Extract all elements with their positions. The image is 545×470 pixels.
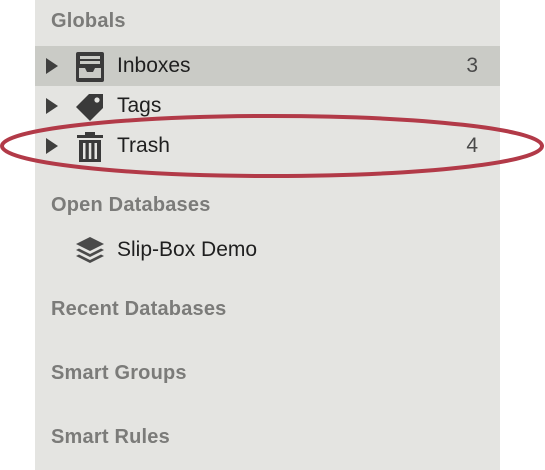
sidebar: Globals Inboxes 3 Tags Trash 4 Open Data… bbox=[35, 0, 500, 470]
disclosure-triangle-icon[interactable] bbox=[46, 98, 58, 114]
app-window: Globals Inboxes 3 Tags Trash 4 Open Data… bbox=[0, 0, 545, 470]
disclosure-triangle-icon[interactable] bbox=[46, 138, 58, 154]
section-title-recent-databases: Recent Databases bbox=[51, 298, 227, 320]
section-title-globals: Globals bbox=[51, 10, 126, 32]
item-count-badge: 4 bbox=[466, 134, 478, 157]
sidebar-item-label: Trash bbox=[117, 134, 170, 157]
sidebar-item-trash[interactable]: Trash 4 bbox=[35, 126, 500, 166]
section-title-smart-rules: Smart Rules bbox=[51, 426, 170, 448]
disclosure-triangle-icon[interactable] bbox=[46, 58, 58, 74]
tag-icon bbox=[76, 94, 103, 121]
section-title-smart-groups: Smart Groups bbox=[51, 362, 187, 384]
sidebar-item-label: Tags bbox=[117, 94, 162, 117]
sidebar-item-tags[interactable]: Tags bbox=[35, 86, 500, 126]
inbox-icon bbox=[76, 52, 104, 82]
sidebar-item-inboxes[interactable]: Inboxes 3 bbox=[35, 46, 500, 86]
sidebar-item-slip-box-demo[interactable]: Slip-Box Demo bbox=[35, 230, 500, 270]
database-stack-icon bbox=[76, 237, 104, 263]
item-count-badge: 3 bbox=[466, 54, 478, 77]
sidebar-item-label: Slip-Box Demo bbox=[117, 238, 258, 261]
section-title-open-databases: Open Databases bbox=[51, 194, 211, 216]
sidebar-item-label: Inboxes bbox=[117, 54, 191, 77]
trash-icon bbox=[77, 132, 103, 162]
